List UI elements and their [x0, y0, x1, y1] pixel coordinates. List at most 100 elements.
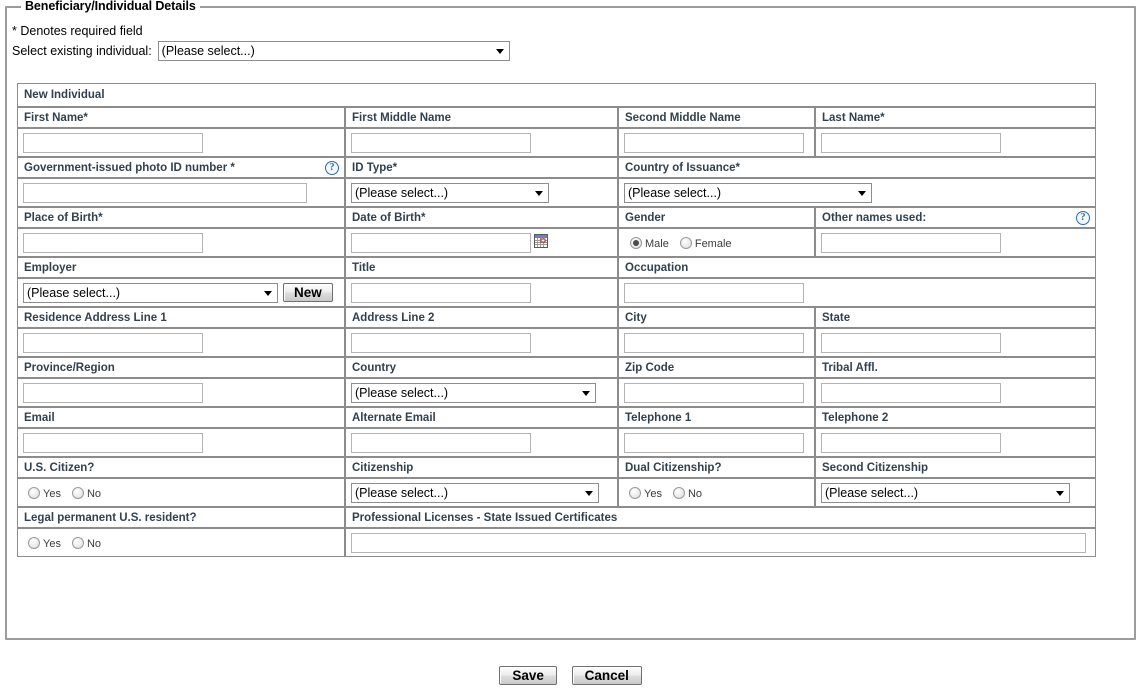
us-citizen-yes-wrap: Yes — [28, 485, 61, 500]
other-names-input[interactable] — [821, 232, 1001, 253]
tribal-affl-input[interactable] — [821, 382, 1001, 403]
header-telephone-1: Telephone 1 — [618, 407, 815, 428]
zip-code-input[interactable] — [624, 382, 804, 403]
header-gov-id-label: Government-issued photo ID number * — [24, 161, 235, 174]
second-citizenship-select[interactable]: (Please select...) — [821, 482, 1070, 503]
cell-citizenship: (Please select...) — [345, 478, 618, 507]
gender-male-radio[interactable] — [630, 237, 642, 249]
address-line-2-input[interactable] — [351, 332, 531, 353]
help-icon[interactable]: ? — [1076, 210, 1091, 225]
header-gov-id: Government-issued photo ID number * ? — [17, 157, 345, 178]
dual-citizenship-yes-radio[interactable] — [629, 487, 641, 499]
dual-citizenship-yes-label[interactable]: Yes — [644, 488, 662, 500]
cell-alternate-email — [345, 428, 618, 457]
legal-permanent-resident-yes-radio[interactable] — [28, 537, 40, 549]
table-row — [17, 128, 1097, 157]
cell-province-region — [17, 378, 345, 407]
header-employer: Employer — [17, 257, 345, 278]
title-input[interactable] — [351, 282, 531, 303]
fieldset-legend: Beneficiary/Individual Details — [21, 0, 200, 13]
header-occupation: Occupation — [618, 257, 1097, 278]
place-of-birth-input[interactable] — [23, 232, 203, 253]
save-button[interactable]: Save — [499, 666, 558, 685]
id-type-wrap: (Please select...) — [351, 182, 549, 203]
email-input[interactable] — [23, 432, 203, 453]
country-of-issuance-select[interactable]: (Please select...) — [624, 182, 872, 203]
header-last-name: Last Name* — [815, 107, 1097, 128]
alternate-email-input[interactable] — [351, 432, 531, 453]
cell-occupation — [618, 278, 1097, 307]
employer-select[interactable]: (Please select...) — [23, 282, 278, 303]
telephone-1-input[interactable] — [624, 432, 804, 453]
dual-citizenship-no-wrap: No — [672, 485, 702, 500]
second-middle-name-input[interactable] — [624, 132, 804, 153]
cell-zip-code — [618, 378, 815, 407]
cancel-button[interactable]: Cancel — [571, 666, 642, 685]
gender-female-label[interactable]: Female — [695, 238, 732, 250]
us-citizen-yes-label[interactable]: Yes — [43, 488, 61, 500]
dual-citizenship-radio-group: Yes No — [619, 485, 814, 500]
state-input[interactable] — [821, 332, 1001, 353]
table-row: Province/Region Country Zip Code Tribal … — [17, 357, 1097, 378]
header-state: State — [815, 307, 1097, 328]
gov-id-input[interactable] — [23, 182, 307, 203]
cell-email — [17, 428, 345, 457]
form-actions: Save Cancel — [0, 666, 1141, 685]
date-of-birth-input[interactable] — [351, 232, 531, 253]
legal-permanent-resident-yes-wrap: Yes — [28, 535, 61, 550]
city-input[interactable] — [624, 332, 804, 353]
table-row: Yes No (Please select...) Yes No (Please… — [17, 478, 1097, 507]
header-city: City — [618, 307, 815, 328]
new-individual-table: New Individual First Name* First Middle … — [17, 83, 1097, 557]
header-second-middle-name: Second Middle Name — [618, 107, 815, 128]
table-row — [17, 328, 1097, 357]
dual-citizenship-no-radio[interactable] — [672, 487, 685, 499]
cell-residence-address-1 — [17, 328, 345, 357]
occupation-input[interactable] — [624, 282, 804, 303]
province-region-input[interactable] — [23, 382, 203, 403]
gender-female-radio[interactable] — [679, 237, 692, 249]
residence-address-1-input[interactable] — [23, 332, 203, 353]
us-citizen-no-label[interactable]: No — [87, 488, 101, 500]
citizenship-select[interactable]: (Please select...) — [351, 482, 599, 503]
cell-us-citizen: Yes No — [17, 478, 345, 507]
header-province-region: Province/Region — [17, 357, 345, 378]
table-row: Place of Birth* Date of Birth* Gender Ot… — [17, 207, 1097, 228]
cell-gender: Male Female — [618, 228, 815, 257]
cell-id-type: (Please select...) — [345, 178, 618, 207]
header-zip-code: Zip Code — [618, 357, 815, 378]
header-legal-permanent-resident: Legal permanent U.S. resident? — [17, 507, 345, 528]
header-email: Email — [17, 407, 345, 428]
employer-controls: (Please select...) New — [18, 282, 344, 303]
header-professional-licenses: Professional Licenses - State Issued Cer… — [345, 507, 1097, 528]
cell-first-name — [17, 128, 345, 157]
us-citizen-no-radio[interactable] — [71, 487, 84, 499]
header-alternate-email: Alternate Email — [345, 407, 618, 428]
cell-first-middle-name — [345, 128, 618, 157]
cell-second-middle-name — [618, 128, 815, 157]
id-type-select[interactable]: (Please select...) — [351, 182, 549, 203]
select-existing-individual-wrap: (Please select...) — [157, 41, 510, 61]
gender-male-label[interactable]: Male — [645, 238, 669, 250]
new-employer-button[interactable]: New — [283, 283, 333, 302]
select-existing-individual[interactable]: (Please select...) — [157, 41, 510, 61]
dual-citizenship-no-label[interactable]: No — [688, 488, 702, 500]
country-select[interactable]: (Please select...) — [351, 382, 596, 403]
header-tribal-affl: Tribal Affl. — [815, 357, 1097, 378]
telephone-2-input[interactable] — [821, 432, 1001, 453]
us-citizen-yes-radio[interactable] — [28, 487, 40, 499]
calendar-icon[interactable] — [534, 234, 548, 249]
professional-licenses-input[interactable] — [351, 532, 1086, 553]
first-name-input[interactable] — [23, 132, 203, 153]
last-name-input[interactable] — [821, 132, 1001, 153]
header-title: Title — [345, 257, 618, 278]
help-icon[interactable]: ? — [325, 160, 339, 175]
header-country: Country — [345, 357, 618, 378]
legal-permanent-resident-no-label[interactable]: No — [87, 538, 101, 550]
first-middle-name-input[interactable] — [351, 132, 531, 153]
header-other-names: Other names used: ? — [815, 207, 1097, 228]
table-row: Yes No — [17, 528, 1097, 557]
table-row: Male Female — [17, 228, 1097, 257]
legal-permanent-resident-yes-label[interactable]: Yes — [43, 538, 61, 550]
legal-permanent-resident-no-radio[interactable] — [71, 537, 84, 549]
